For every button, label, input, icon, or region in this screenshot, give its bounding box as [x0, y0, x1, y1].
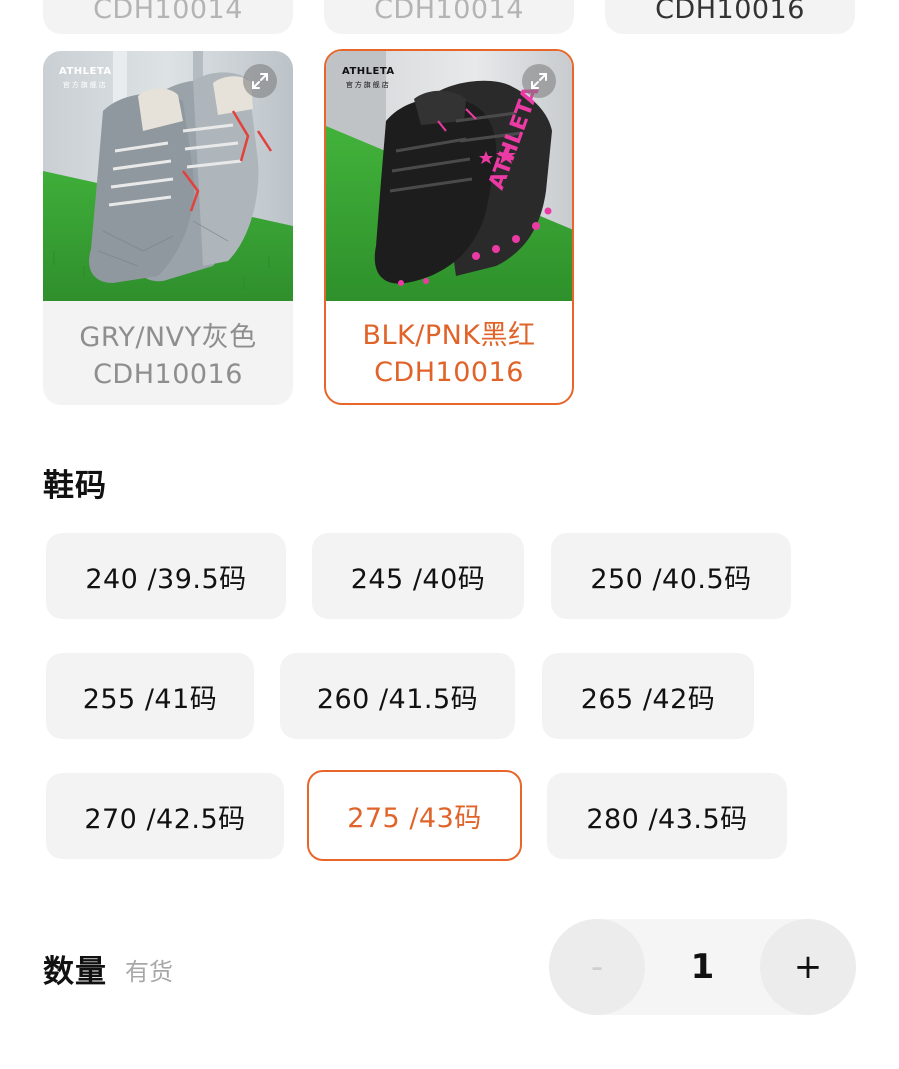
color-option-code: CDH10016 [655, 0, 805, 25]
stock-status: 有货 [125, 958, 173, 986]
color-name: BLK/PNK黑红 [362, 320, 536, 351]
size-option-245[interactable]: 245 /40码 [312, 533, 524, 619]
product-photo-black-boots: ATHLETA ATHLETA 官方旗舰店 [326, 51, 572, 301]
size-section-title: 鞋码 [43, 468, 107, 504]
quantity-value[interactable]: 1 [645, 919, 760, 1015]
color-option-gry-nvy[interactable]: ATHLETA 官方旗舰店 GRY/NVY灰色 CDH10016 [43, 51, 293, 405]
color-option-label: BLK/PNK黑红 CDH10016 [326, 317, 572, 391]
color-option-card[interactable]: CDH10016 [605, 0, 855, 34]
color-option-card[interactable]: CDH10014 [43, 0, 293, 34]
expand-icon[interactable] [522, 64, 556, 98]
color-option-blk-pnk[interactable]: ATHLETA ATHLETA 官方旗舰店 BLK/PNK黑红 CDH10016 [324, 49, 574, 405]
color-option-label: GRY/NVY灰色 CDH10016 [43, 319, 293, 393]
size-option-240[interactable]: 240 /39.5码 [46, 533, 286, 619]
size-option-270[interactable]: 270 /42.5码 [46, 773, 284, 859]
size-option-250[interactable]: 250 /40.5码 [551, 533, 791, 619]
brand-logo: ATHLETA 官方旗舰店 [59, 66, 112, 90]
color-code: CDH10016 [93, 359, 243, 390]
size-option-275-selected[interactable]: 275 /43码 [307, 770, 522, 861]
decrease-quantity-button[interactable]: - [549, 919, 645, 1015]
increase-quantity-button[interactable]: + [760, 919, 856, 1015]
expand-icon[interactable] [243, 64, 277, 98]
size-option-255[interactable]: 255 /41码 [46, 653, 254, 739]
color-code: CDH10016 [374, 357, 524, 388]
brand-logo: ATHLETA 官方旗舰店 [342, 66, 395, 90]
color-option-code: CDH10014 [93, 0, 243, 25]
size-option-265[interactable]: 265 /42码 [542, 653, 754, 739]
color-name: GRY/NVY灰色 [79, 322, 257, 353]
quantity-section-title: 数量 [43, 954, 107, 990]
color-option-code: CDH10014 [374, 0, 524, 25]
size-option-280[interactable]: 280 /43.5码 [547, 773, 787, 859]
color-option-card[interactable]: CDH10014 [324, 0, 574, 34]
product-photo-gray-boots: ATHLETA 官方旗舰店 [43, 51, 293, 301]
quantity-stepper: - 1 + [549, 919, 856, 1015]
size-option-260[interactable]: 260 /41.5码 [280, 653, 515, 739]
